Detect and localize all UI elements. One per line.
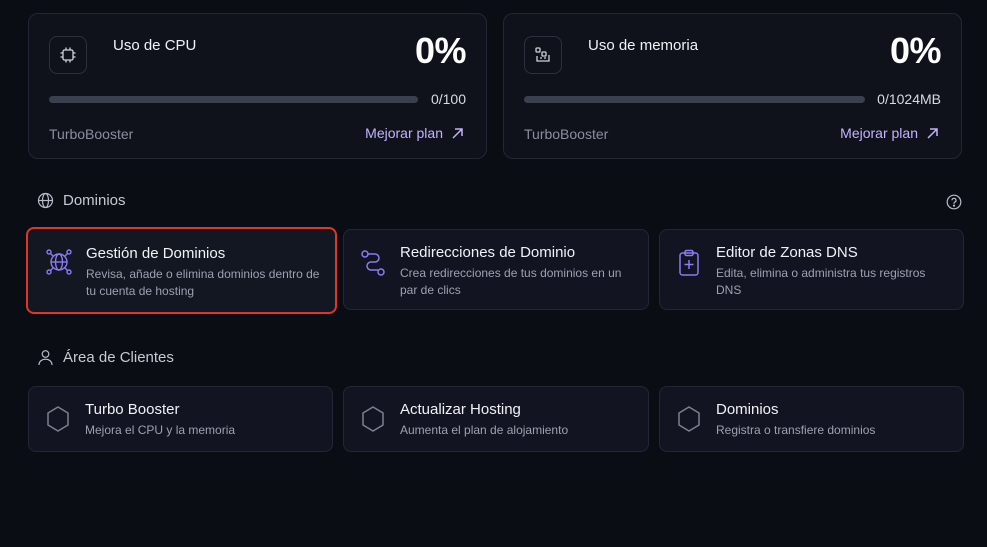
section-title: Dominios	[63, 192, 126, 209]
tile-actualizar-hosting[interactable]: Actualizar Hosting Aumenta el plan de al…	[343, 386, 649, 452]
tile-title: Redirecciones de Dominio	[400, 244, 576, 261]
hexagon-icon	[43, 403, 73, 435]
tile-redirecciones-dominio[interactable]: Redirecciones de Dominio Crea redireccio…	[343, 229, 649, 310]
cpu-icon	[49, 36, 87, 74]
usage-progress-bar	[524, 96, 865, 103]
usage-value: 0/100	[430, 91, 466, 107]
route-icon	[358, 247, 388, 279]
usage-percent: 0%	[414, 30, 467, 71]
hexagon-icon	[358, 403, 388, 435]
arrow-up-right-icon	[452, 127, 463, 139]
tile-editor-zonas-dns[interactable]: Editor de Zonas DNS Edita, elimina o adm…	[659, 229, 964, 310]
tile-description: Revisa, añade o elimina dominios dentro …	[86, 267, 320, 298]
section-header-domains: Dominios	[37, 192, 126, 209]
tile-title: Actualizar Hosting	[400, 401, 521, 418]
tile-gestion-dominios[interactable]: Gestión de Dominios Revisa, añade o elim…	[26, 227, 337, 314]
tile-description: Aumenta el plan de alojamiento	[400, 423, 569, 437]
arrow-up-right-icon	[927, 127, 938, 139]
tile-title: Gestión de Dominios	[86, 245, 226, 262]
tile-title: Turbo Booster	[85, 401, 180, 418]
tile-description: Registra o transfiere dominios	[716, 423, 876, 437]
memory-icon	[524, 36, 562, 74]
upgrade-plan-link[interactable]: Mejorar plan	[365, 125, 464, 141]
tile-turbo-booster[interactable]: Turbo Booster Mejora el CPU y la memoria	[28, 386, 333, 452]
usage-percent: 0%	[889, 30, 942, 71]
memory-usage-card: Uso de memoria 0% 0/1024MB TurboBooster …	[503, 13, 962, 159]
cpu-usage-card: Uso de CPU 0% 0/100 TurboBooster Mejorar…	[28, 13, 487, 159]
user-icon	[38, 350, 53, 366]
tile-description: Edita, elimina o administra tus registro…	[716, 266, 926, 297]
globe-network-icon	[44, 246, 74, 278]
section-title: Área de Clientes	[63, 349, 174, 366]
help-icon[interactable]	[946, 194, 962, 215]
usage-title: Uso de memoria	[588, 37, 699, 54]
globe-icon	[37, 192, 54, 209]
hexagon-icon	[674, 403, 704, 435]
tile-title: Dominios	[716, 401, 779, 418]
clipboard-plus-icon	[674, 247, 704, 279]
plan-name: TurboBooster	[524, 126, 609, 142]
upgrade-plan-link[interactable]: Mejorar plan	[840, 125, 939, 141]
upgrade-plan-label: Mejorar plan	[365, 125, 443, 141]
tile-dominios[interactable]: Dominios Registra o transfiere dominios	[659, 386, 964, 452]
usage-progress-bar	[49, 96, 418, 103]
tile-description: Mejora el CPU y la memoria	[85, 423, 236, 437]
usage-value: 0/1024MB	[877, 91, 941, 107]
tile-description: Crea redirecciones de tus dominios en un…	[400, 266, 622, 297]
section-header-clients: Área de Clientes	[37, 349, 174, 366]
plan-name: TurboBooster	[49, 126, 134, 142]
usage-title: Uso de CPU	[113, 37, 197, 54]
upgrade-plan-label: Mejorar plan	[840, 125, 918, 141]
tile-title: Editor de Zonas DNS	[716, 244, 858, 261]
